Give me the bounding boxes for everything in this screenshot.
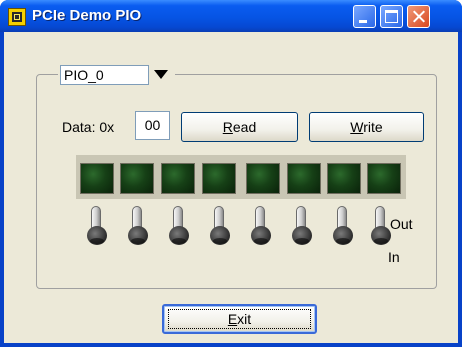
toggle-base (210, 226, 230, 245)
toggle-switch-bit-0[interactable] (371, 206, 391, 246)
minimize-button[interactable] (353, 5, 376, 28)
title-bar[interactable]: PCIe Demo PIO (0, 0, 462, 32)
dropdown-arrow-icon[interactable] (154, 70, 168, 79)
write-button-label: rite (363, 119, 383, 135)
toggle-base (128, 226, 148, 245)
data-hex-input[interactable]: 00 (135, 111, 170, 140)
toggle-switch-bit-7[interactable] (87, 206, 107, 246)
out-label: Out (390, 216, 413, 232)
led-bit-5 (161, 163, 195, 194)
toggle-switch-bit-3[interactable] (251, 206, 271, 246)
toggle-switch-bit-6[interactable] (128, 206, 148, 246)
toggle-switch-bit-5[interactable] (169, 206, 189, 246)
toggle-base (333, 226, 353, 245)
led-bit-2 (287, 163, 321, 194)
app-chip-icon[interactable] (8, 8, 26, 26)
led-bit-0 (367, 163, 401, 194)
port-select-value: PIO_0 (60, 65, 149, 85)
led-bit-1 (327, 163, 361, 194)
exit-button[interactable]: Exit (162, 304, 317, 334)
toggle-switch-bit-1[interactable] (333, 206, 353, 246)
window-title: PCIe Demo PIO (32, 7, 142, 24)
write-button[interactable]: Write (309, 112, 424, 142)
read-button-mnemonic: R (222, 119, 233, 135)
led-bit-7 (80, 163, 114, 194)
in-label: In (388, 249, 400, 265)
toggle-base (87, 226, 107, 245)
exit-focus-rect (168, 309, 311, 329)
close-button[interactable] (407, 5, 430, 28)
led-bit-3 (246, 163, 280, 194)
maximize-button[interactable] (380, 5, 403, 28)
toggle-base (371, 226, 391, 245)
led-bit-4 (202, 163, 236, 194)
write-button-mnemonic: W (350, 119, 364, 135)
toggle-switch-bit-4[interactable] (210, 206, 230, 246)
toggle-base (251, 226, 271, 245)
data-label: Data: 0x (62, 119, 115, 135)
read-button-label: ead (232, 119, 257, 135)
port-select-dropdown[interactable]: PIO_0 (58, 63, 175, 87)
toggle-base (292, 226, 312, 245)
toggle-base (169, 226, 189, 245)
toggle-switch-bit-2[interactable] (292, 206, 312, 246)
led-bit-6 (120, 163, 154, 194)
read-button[interactable]: Read (181, 112, 298, 142)
